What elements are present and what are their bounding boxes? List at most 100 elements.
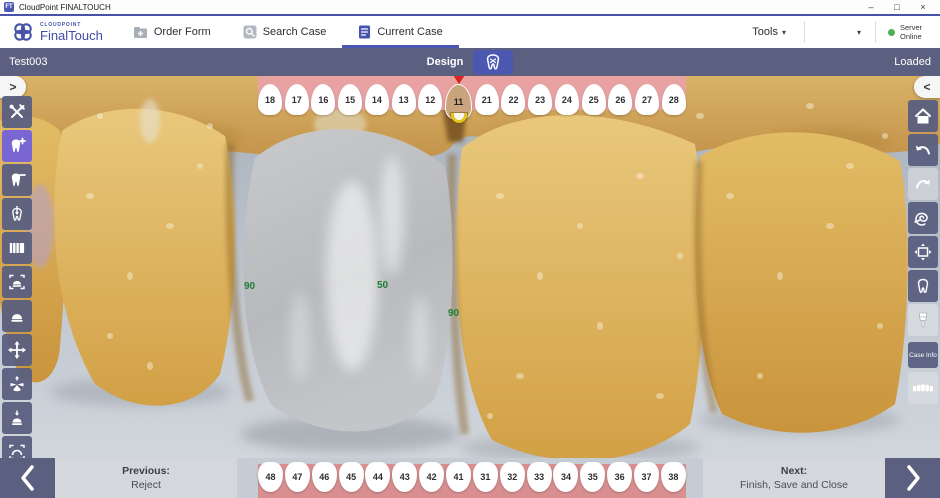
home-view-button[interactable] — [908, 100, 938, 132]
insertion-axis-button[interactable] — [2, 198, 32, 230]
previous-action-panel[interactable]: Previous: Reject — [55, 458, 237, 498]
tooth-number: 35 — [588, 472, 598, 482]
3d-viewport[interactable]: 90 50 90 — [0, 76, 940, 458]
tooth-button-24[interactable]: 24 — [555, 84, 579, 115]
tooth-number: 48 — [265, 472, 275, 482]
close-button[interactable]: × — [910, 0, 936, 14]
tooth-button-18[interactable]: 18 — [258, 84, 282, 115]
tooth-button-17[interactable]: 17 — [285, 84, 309, 115]
tooth-button-37[interactable]: 37 — [634, 462, 659, 492]
smile-view-button[interactable] — [908, 372, 938, 404]
measurement-label: 50 — [377, 280, 389, 291]
tab-order-form[interactable]: Order Form — [117, 16, 227, 48]
tooth-number: 12 — [425, 95, 435, 105]
undo-button[interactable] — [908, 134, 938, 166]
tooth-visibility-button[interactable] — [908, 270, 938, 302]
tooth-button-38[interactable]: 38 — [661, 462, 686, 492]
tooth-button-44[interactable]: 44 — [365, 462, 390, 492]
chevron-left-icon — [18, 463, 38, 493]
tooth-number: 44 — [373, 472, 383, 482]
fit-view-button[interactable] — [908, 236, 938, 268]
tooth-button-28[interactable]: 28 — [662, 84, 686, 115]
tooth-button-26[interactable]: 26 — [608, 84, 632, 115]
tooth-button-47[interactable]: 47 — [285, 462, 310, 492]
measurement-label: 90 — [448, 308, 460, 319]
lower-teeth-selector: 48 47 46 45 44 43 — [258, 462, 686, 492]
tooth-button-11[interactable]: 11 — [445, 84, 472, 120]
crown-bottom-button[interactable] — [2, 300, 32, 332]
tooth-button-36[interactable]: 36 — [607, 462, 632, 492]
tooth-button-45[interactable]: 45 — [339, 462, 364, 492]
online-status-dot — [888, 29, 895, 36]
tooth-button-35[interactable]: 35 — [580, 462, 605, 492]
next-nav-button[interactable] — [885, 458, 940, 498]
tooth-button-15[interactable]: 15 — [338, 84, 362, 115]
arch-frame-icon — [8, 443, 26, 458]
tooth-button-42[interactable]: 42 — [419, 462, 444, 492]
tooth-number: 34 — [561, 472, 571, 482]
tooth-button-46[interactable]: 46 — [312, 462, 337, 492]
arch-scan-button[interactable] — [2, 436, 32, 458]
tooth-number: 14 — [372, 95, 382, 105]
show-scan-swirl-button[interactable] — [908, 202, 938, 234]
right-panel-collapse-button[interactable]: < — [914, 76, 940, 98]
tooth-number: 18 — [265, 95, 275, 105]
tooth-button-16[interactable]: 16 — [311, 84, 335, 115]
view-dropdown[interactable]: ▾ — [805, 28, 875, 37]
tooth-number: 43 — [400, 472, 410, 482]
redo-button[interactable] — [908, 168, 938, 200]
remove-material-button[interactable] — [2, 164, 32, 196]
crown-frame-icon — [8, 273, 26, 291]
order-form-icon — [133, 26, 148, 39]
app-window: FT CloudPoint FINALTOUCH – □ × CLOUDPOIN… — [0, 0, 940, 498]
right-toolbar: Case Info — [908, 100, 938, 406]
tooth-button-43[interactable]: 43 — [392, 462, 417, 492]
tab-search-case[interactable]: Search Case — [227, 16, 343, 48]
tooth-number: 37 — [642, 472, 652, 482]
maximize-button[interactable]: □ — [884, 0, 910, 14]
tooth-button-32[interactable]: 32 — [500, 462, 525, 492]
tooth-button-34[interactable]: 34 — [553, 462, 578, 492]
case-info-button[interactable]: Case Info — [908, 342, 938, 368]
move-button[interactable] — [2, 334, 32, 366]
tooth-button-33[interactable]: 33 — [527, 462, 552, 492]
tooth-button-31[interactable]: 31 — [473, 462, 498, 492]
tab-label: Current Case — [377, 26, 442, 38]
tools-dropdown[interactable]: Tools ▾ — [734, 26, 804, 38]
design-tooth-button[interactable] — [473, 50, 513, 74]
tooth-button-21[interactable]: 21 — [475, 84, 499, 115]
tooth-outline-icon — [914, 277, 932, 295]
previous-title: Previous: — [122, 465, 170, 477]
paint-button[interactable] — [908, 304, 938, 336]
crown-frame-button[interactable] — [2, 266, 32, 298]
molar-icon — [483, 53, 503, 71]
left-panel-expand-button[interactable]: > — [0, 76, 26, 98]
next-action-panel[interactable]: Next: Finish, Save and Close — [703, 458, 885, 498]
tooth-button-13[interactable]: 13 — [392, 84, 416, 115]
tooth-button-25[interactable]: 25 — [582, 84, 606, 115]
cloudpoint-logo-icon — [12, 21, 34, 43]
tools-repair-button[interactable] — [2, 96, 32, 128]
tooth-button-41[interactable]: 41 — [446, 462, 471, 492]
tooth-button-22[interactable]: 22 — [501, 84, 525, 115]
tooth-button-12[interactable]: 12 — [418, 84, 442, 115]
rotate-segments-button[interactable] — [2, 368, 32, 400]
title-bar: FT CloudPoint FINALTOUCH – □ × — [0, 0, 940, 14]
window-title: CloudPoint FINALTOUCH — [19, 3, 858, 12]
previous-nav-button[interactable] — [0, 458, 55, 498]
seat-crown-button[interactable] — [2, 402, 32, 434]
tooth-number: 32 — [507, 472, 517, 482]
tools-label: Tools — [752, 26, 778, 38]
tooth-button-14[interactable]: 14 — [365, 84, 389, 115]
tab-label: Search Case — [263, 26, 327, 38]
add-material-button[interactable] — [2, 130, 32, 162]
tab-current-case[interactable]: Current Case — [342, 16, 458, 48]
brand-logo: CLOUDPOINT FinalTouch — [0, 16, 117, 48]
tooth-button-48[interactable]: 48 — [258, 462, 283, 492]
minimize-button[interactable]: – — [858, 0, 884, 14]
tooth-button-23[interactable]: 23 — [528, 84, 552, 115]
measurement-label: 90 — [244, 281, 256, 292]
layers-button[interactable] — [2, 232, 32, 264]
tooth-number: 24 — [562, 95, 572, 105]
tooth-button-27[interactable]: 27 — [635, 84, 659, 115]
